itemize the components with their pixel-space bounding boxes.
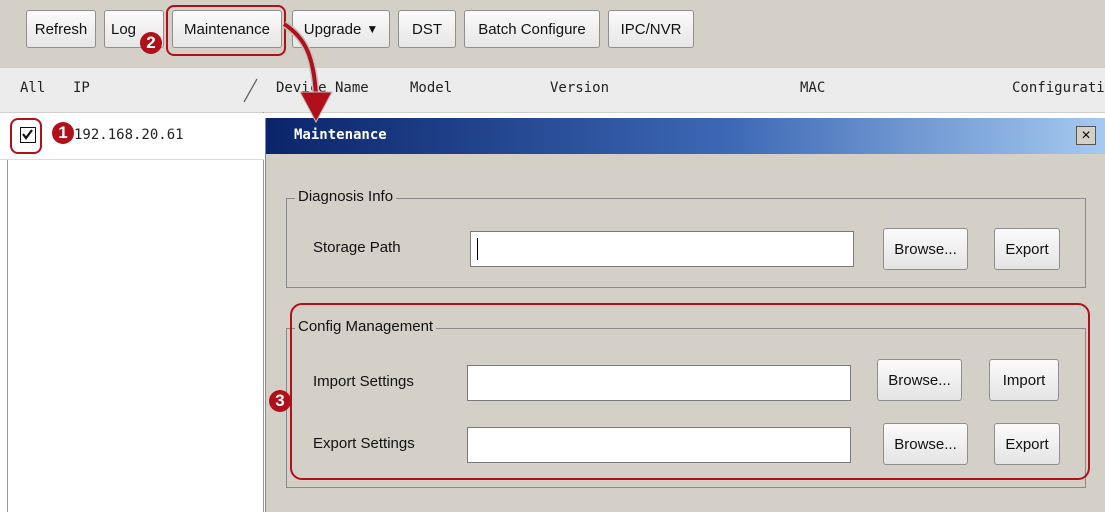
step-2-badge: 2 <box>140 32 162 54</box>
dialog-titlebar[interactable]: Maintenance × <box>266 118 1105 154</box>
dst-button[interactable]: DST <box>398 10 456 48</box>
header-configuration[interactable]: Configurati <box>1012 80 1105 96</box>
storage-path-input[interactable] <box>470 231 854 267</box>
header-model[interactable]: Model <box>410 80 452 96</box>
text-cursor <box>477 238 478 260</box>
column-resize-icon <box>243 78 258 103</box>
dialog-title: Maintenance <box>294 127 387 143</box>
header-mac[interactable]: MAC <box>800 80 825 96</box>
ipc-nvr-label: IPC/NVR <box>620 20 682 38</box>
step-3-badge: 3 <box>269 390 291 412</box>
batch-configure-button[interactable]: Batch Configure <box>464 10 600 48</box>
arrow-icon <box>282 21 333 124</box>
config-management-highlight <box>290 303 1090 480</box>
refresh-button[interactable]: Refresh <box>26 10 96 48</box>
table-left-border <box>7 159 8 512</box>
row-ip: 192.168.20.61 <box>74 127 184 143</box>
diagnosis-browse-button[interactable]: Browse... <box>883 228 968 270</box>
step-1-label: 1 <box>58 123 68 142</box>
diagnosis-browse-label: Browse... <box>894 240 957 258</box>
batch-configure-label: Batch Configure <box>478 20 586 38</box>
ipc-nvr-button[interactable]: IPC/NVR <box>608 10 694 48</box>
device-table-header: All IP Device Name Model Version MAC Con… <box>0 68 1105 113</box>
chevron-down-icon: ▼ <box>366 22 379 36</box>
diagnosis-info-group: Diagnosis Info Storage Path Browse... Ex… <box>286 188 1086 288</box>
dst-label: DST <box>412 20 442 38</box>
step-1-badge: 1 <box>52 122 74 144</box>
log-label: Log <box>111 20 137 38</box>
diagnosis-info-legend: Diagnosis Info <box>295 188 397 205</box>
column-divider <box>263 112 264 512</box>
header-ip[interactable]: IP <box>73 80 90 96</box>
header-version[interactable]: Version <box>550 80 609 96</box>
step-2-label: 2 <box>146 33 156 52</box>
header-all[interactable]: All <box>20 80 45 96</box>
step-3-label: 3 <box>275 391 285 410</box>
refresh-label: Refresh <box>34 20 88 38</box>
storage-path-label: Storage Path <box>313 239 401 256</box>
maintenance-highlight <box>166 5 286 56</box>
close-button[interactable]: × <box>1076 126 1096 145</box>
diagnosis-export-label: Export <box>1005 240 1049 258</box>
checkbox-highlight <box>10 118 42 154</box>
diagnosis-export-button[interactable]: Export <box>994 228 1060 270</box>
close-icon: × <box>1081 126 1091 144</box>
